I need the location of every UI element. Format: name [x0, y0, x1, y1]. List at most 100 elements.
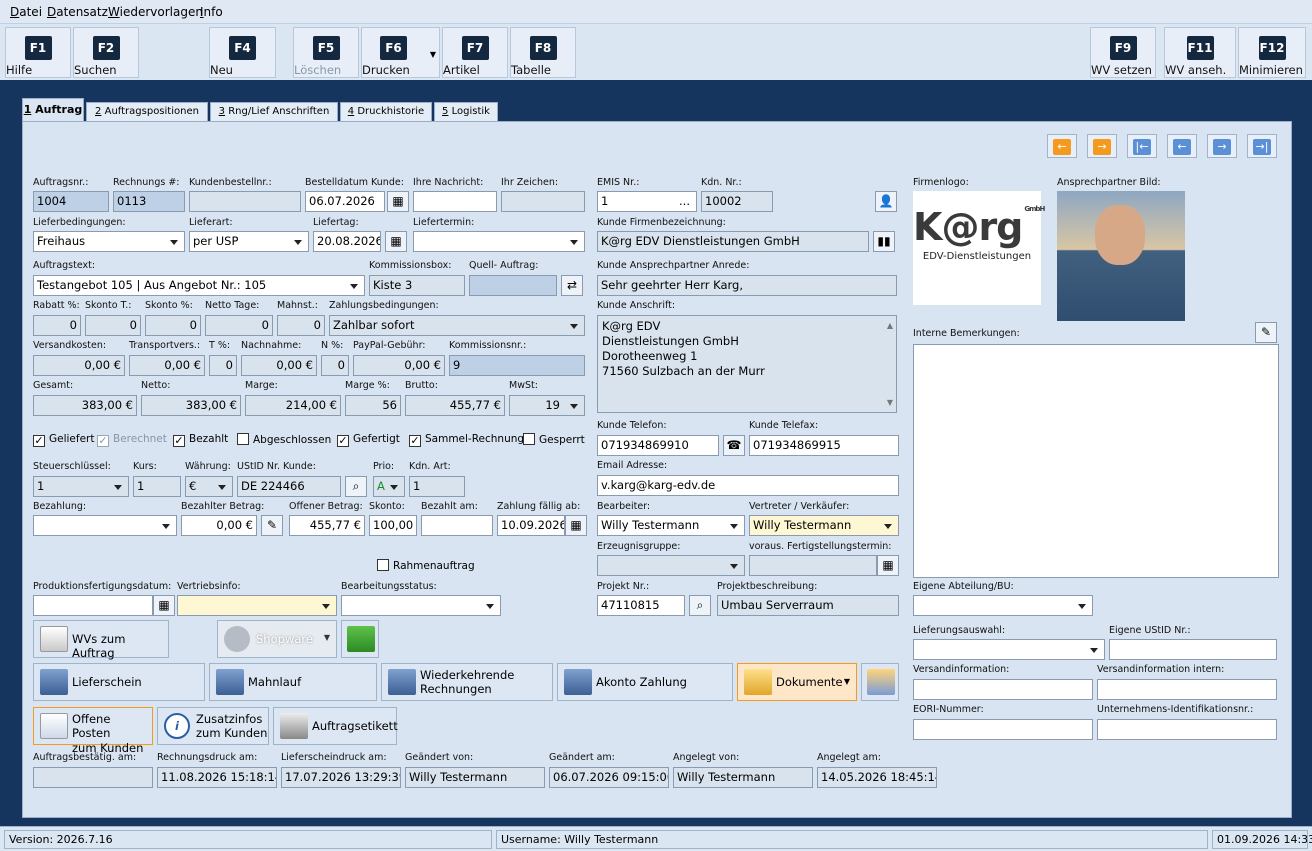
versandinfo-field[interactable]	[913, 679, 1093, 700]
tab-druckhistorie[interactable]: 4 Druckhistorie	[340, 102, 432, 122]
eigene-ustid-field[interactable]	[1109, 639, 1277, 660]
angelegt-am-field[interactable]: 14.05.2026 18:45:14	[817, 767, 937, 788]
table-button[interactable]: F8 Tabelle	[510, 27, 576, 78]
articles-button[interactable]: F7 Artikel	[442, 27, 508, 78]
search-icon[interactable]: ⌕	[345, 476, 367, 497]
calendar-icon[interactable]: ▦	[877, 555, 899, 576]
versandkosten-field[interactable]: 0,00 €	[33, 355, 125, 376]
offener-betrag-field[interactable]: 455,77 €	[289, 515, 365, 536]
marge-pct-field[interactable]: 56	[345, 395, 401, 416]
eori-field[interactable]	[913, 719, 1093, 740]
shopware-button[interactable]: Shopware ▼	[217, 620, 337, 658]
skonto-tage-field[interactable]: 0	[85, 315, 141, 336]
calendar-icon[interactable]: ▦	[387, 191, 409, 212]
waehrung-select[interactable]: €	[185, 476, 233, 497]
mahnstufe-field[interactable]: 0	[277, 315, 325, 336]
gesperrt-checkbox[interactable]: Gesperrt	[523, 433, 585, 446]
t-pct-field[interactable]: 0	[209, 355, 237, 376]
nav-prev-button[interactable]: ←	[1167, 134, 1197, 158]
kommissionsnr-field[interactable]: 9	[449, 355, 585, 376]
versandinfo-intern-field[interactable]	[1097, 679, 1277, 700]
lieferscheindruck-field[interactable]: 17.07.2026 13:29:39	[281, 767, 401, 788]
emis-browse-button[interactable]: ...	[679, 192, 690, 211]
lieferbed-select[interactable]: Freihaus	[33, 231, 185, 252]
delete-button[interactable]: F5 Löschen	[293, 27, 359, 78]
zusatzinfos-button[interactable]: i Zusatzinfos zum Kunden	[157, 707, 269, 745]
paypal-field[interactable]: 0,00 €	[353, 355, 445, 376]
transportvers-field[interactable]: 0,00 €	[129, 355, 205, 376]
tab-auftragspositionen[interactable]: 2 Auftragspositionen	[86, 102, 208, 122]
tab-auftrag[interactable]: 1 Auftrag	[22, 98, 84, 122]
firmenbez-field[interactable]: K@rg EDV Dienstleistungen GmbH	[597, 231, 869, 252]
ihre-nachricht-field[interactable]	[413, 191, 497, 212]
minimize-button[interactable]: F12 Minimieren	[1238, 27, 1306, 78]
geliefert-checkbox[interactable]: ✓ Geliefert	[33, 433, 94, 447]
liefertermin-select[interactable]	[413, 231, 585, 252]
calendar-icon[interactable]: ▦	[153, 595, 175, 616]
brutto-field[interactable]: 455,77 €	[405, 395, 505, 416]
erzeugnisgruppe-select[interactable]	[597, 555, 745, 576]
lieferschein-button[interactable]: Lieferschein	[33, 663, 205, 701]
scroll-down-icon[interactable]: ▼	[887, 395, 893, 410]
chevron-down-icon[interactable]: ▼	[324, 633, 330, 642]
voraus-field[interactable]	[749, 555, 877, 576]
new-button[interactable]: F4 Neu	[209, 27, 276, 78]
nachnahme-field[interactable]: 0,00 €	[241, 355, 317, 376]
dokumente-button[interactable]: Dokumente ▼	[737, 663, 857, 701]
projekt-nr-field[interactable]: 47110815	[597, 595, 685, 616]
set-wv-button[interactable]: F9 WV setzen	[1090, 27, 1156, 78]
nav-first-button[interactable]: |←	[1127, 134, 1157, 158]
auftragstext-select[interactable]: Testangebot 105 | Aus Angebot Nr.: 105	[33, 275, 365, 296]
anrede-field[interactable]: Sehr geehrter Herr Karg,	[597, 275, 897, 296]
search-button[interactable]: F2 Suchen	[73, 27, 139, 78]
customer-card-icon[interactable]: 👤	[875, 191, 897, 212]
geaendert-von-field[interactable]: Willy Testermann	[405, 767, 545, 788]
telefax-field[interactable]: 071934869915	[749, 435, 899, 456]
wvs-zum-auftrag-button[interactable]: WVs zum Auftrag	[33, 620, 169, 660]
offene-posten-button[interactable]: Offene Posten zum Kunden	[33, 707, 153, 755]
kommissionsbox-field[interactable]: Kiste 3	[369, 275, 465, 296]
rahmenauftrag-checkbox[interactable]: Rahmenauftrag	[377, 559, 475, 572]
email-field[interactable]: v.karg@karg-edv.de	[597, 475, 899, 496]
lieferungsauswahl-select[interactable]	[913, 639, 1105, 660]
phone-icon[interactable]: ☎	[723, 435, 745, 456]
auftragsetikett-button[interactable]: Auftragsetikett	[273, 707, 398, 745]
bezahlt-checkbox[interactable]: ✓ Bezahlt	[173, 433, 228, 447]
nav-next-accent-button[interactable]: →	[1087, 134, 1117, 158]
emis-field[interactable]: 1...	[597, 191, 697, 212]
auftragsbest-field[interactable]	[33, 767, 153, 788]
projektbeschreibung-field[interactable]: Umbau Serverraum	[717, 595, 899, 616]
mwst-select[interactable]: 19	[509, 395, 585, 416]
geaendert-am-field[interactable]: 06.07.2026 09:15:00	[549, 767, 669, 788]
kurs-field[interactable]: 1	[133, 476, 181, 497]
edit-note-icon[interactable]: ✎	[1255, 322, 1277, 343]
netto-tage-field[interactable]: 0	[205, 315, 273, 336]
menu-datensatz[interactable]: Datensatz	[47, 5, 108, 19]
bestelldatum-field[interactable]: 06.07.2026	[305, 191, 385, 212]
zahlung-faellig-field[interactable]: 10.09.2026	[497, 515, 565, 536]
tab-logistik[interactable]: 5 Logistik	[434, 102, 498, 122]
nav-last-button[interactable]: →|	[1247, 134, 1277, 158]
menu-info[interactable]: Info	[200, 5, 223, 19]
mahnlauf-button[interactable]: Mahnlauf	[209, 663, 377, 701]
anschrift-textarea[interactable]: K@rg EDV Dienstleistungen GmbH Dorotheen…	[597, 315, 897, 413]
payment-edit-icon[interactable]: ✎	[261, 515, 283, 536]
netto-field[interactable]: 383,00 €	[141, 395, 241, 416]
gesamt-field[interactable]: 383,00 €	[33, 395, 137, 416]
vertriebsinfo-select[interactable]	[177, 595, 337, 616]
ihr-zeichen-field[interactable]	[501, 191, 585, 212]
skonto-field[interactable]: 100,00 %	[369, 515, 417, 536]
prio-select[interactable]: A	[373, 476, 405, 497]
vertreter-select[interactable]: Willy Testermann	[749, 515, 899, 536]
menu-datei[interactable]: Datei	[10, 5, 42, 19]
ustid-kunde-field[interactable]: DE 224466	[237, 476, 341, 497]
lieferart-select[interactable]: per USP	[189, 231, 309, 252]
rechnungsdruck-field[interactable]: 11.08.2026 15:18:14	[157, 767, 277, 788]
view-wv-button[interactable]: F11 WV anseh.	[1164, 27, 1236, 78]
chevron-down-icon[interactable]: ▼	[844, 677, 850, 686]
rabatt-field[interactable]: 0	[33, 315, 81, 336]
unternehmens-id-field[interactable]	[1097, 719, 1277, 740]
money-button[interactable]	[341, 620, 379, 658]
abgeschlossen-checkbox[interactable]: Abgeschlossen	[237, 433, 331, 446]
calendar-icon[interactable]: ▦	[565, 515, 587, 536]
